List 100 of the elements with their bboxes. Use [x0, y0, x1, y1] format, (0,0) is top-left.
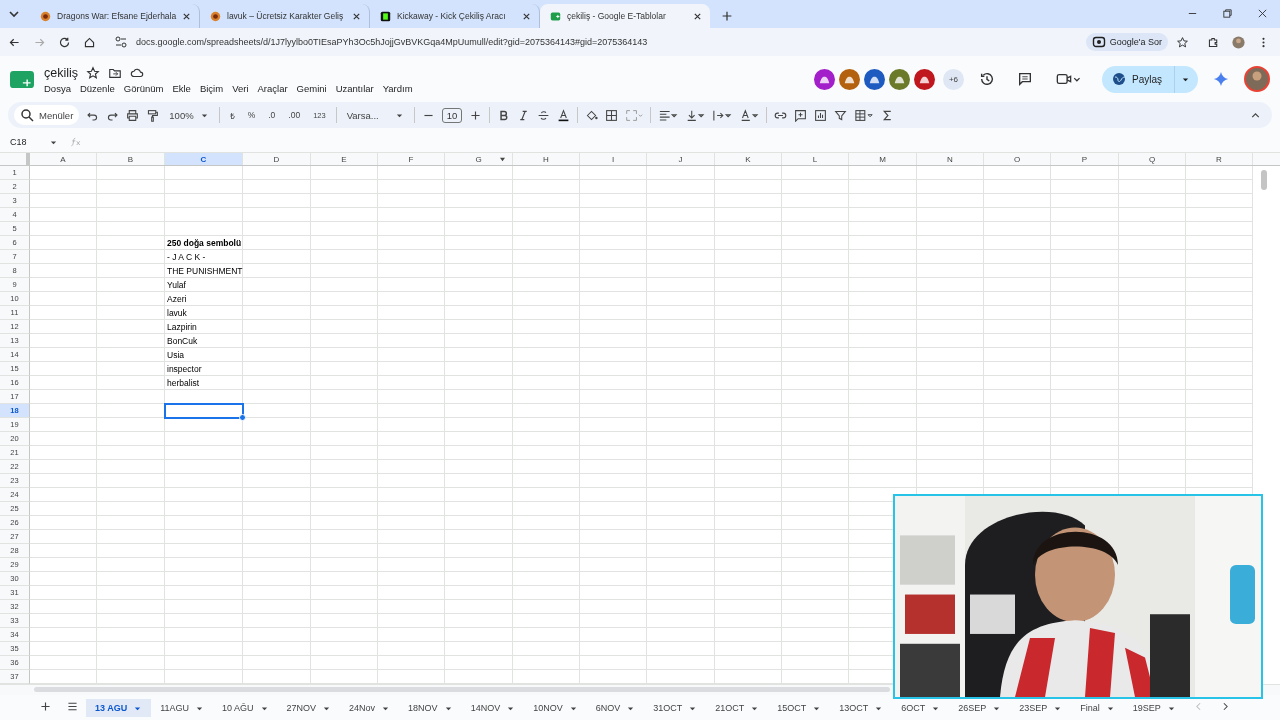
sheet-tab[interactable]: 10NOV — [524, 699, 587, 717]
column-header[interactable]: F — [378, 153, 445, 165]
column-header[interactable]: O — [984, 153, 1051, 165]
extensions-icon[interactable] — [1207, 35, 1220, 49]
text-color-icon[interactable] — [557, 108, 571, 122]
menu-item[interactable]: Görünüm — [123, 83, 164, 94]
column-menu-icon[interactable] — [499, 157, 506, 162]
menu-item[interactable]: Biçim — [199, 83, 224, 94]
gemini-sparkle-icon[interactable] — [1213, 71, 1229, 87]
column-header[interactable]: P — [1051, 153, 1119, 165]
column-header[interactable]: C — [165, 153, 243, 165]
bookmark-star-icon[interactable] — [1176, 35, 1189, 49]
text-rotation-icon[interactable] — [739, 108, 760, 122]
collaborator-avatar-icon[interactable] — [814, 68, 835, 90]
share-button[interactable]: Paylaş — [1102, 65, 1198, 93]
fill-color-icon[interactable] — [585, 108, 599, 122]
close-icon[interactable] — [522, 11, 531, 21]
selected-cell[interactable] — [164, 403, 244, 419]
text-wrap-icon[interactable] — [712, 108, 733, 122]
close-icon[interactable] — [352, 11, 361, 21]
sheet-tab[interactable]: 6OCT — [892, 699, 950, 717]
column-header[interactable]: J — [647, 153, 715, 165]
filter-icon[interactable] — [834, 108, 848, 122]
sheet-tab[interactable]: 15OCT — [768, 699, 831, 717]
reload-icon[interactable] — [58, 35, 71, 49]
history-icon[interactable] — [979, 71, 995, 87]
video-call-icon[interactable] — [1055, 71, 1081, 87]
sheet-tab[interactable]: 31OCT — [644, 699, 707, 717]
add-comment-icon[interactable] — [794, 108, 808, 122]
menu-item[interactable]: Gemini — [296, 83, 327, 94]
sheet-tab[interactable]: 11AGU — [151, 699, 214, 717]
table-view-icon[interactable] — [854, 108, 875, 122]
menu-item[interactable]: Veri — [232, 83, 249, 94]
menu-item[interactable]: Araçlar — [257, 83, 288, 94]
profile-avatar-icon[interactable] — [1232, 35, 1245, 49]
sheet-tab[interactable]: 19SEP — [1123, 699, 1185, 717]
align-icon[interactable] — [658, 108, 679, 122]
column-header[interactable]: A — [30, 153, 97, 165]
restore-icon[interactable] — [1222, 8, 1233, 19]
collaborator-avatar-icon[interactable] — [864, 68, 885, 90]
font-dropdown[interactable]: Varsa... — [343, 109, 407, 121]
comment-icon[interactable] — [1017, 71, 1033, 87]
menu-item[interactable]: Düzenle — [79, 83, 115, 94]
sheet-tab[interactable]: Final — [1071, 699, 1124, 717]
zoom-dropdown[interactable]: 100% — [166, 109, 212, 121]
sheet-tab[interactable]: 23SEP — [1010, 699, 1072, 717]
sheet-tab[interactable]: 26SEP — [949, 699, 1011, 717]
column-header[interactable]: I — [580, 153, 647, 165]
sheet-tab[interactable]: 27NOV — [277, 699, 341, 717]
sheet-tab[interactable]: 21OCT — [706, 699, 769, 717]
currency-format-button[interactable]: ₺ — [226, 109, 238, 121]
collaborator-avatar-icon[interactable] — [839, 68, 860, 90]
ask-google-button[interactable]: Google'a Sor — [1085, 33, 1168, 51]
close-icon[interactable] — [182, 11, 192, 21]
new-tab-icon[interactable] — [720, 9, 734, 23]
sheet-tab[interactable]: 24Nov — [340, 699, 400, 717]
paint-format-icon[interactable] — [146, 108, 160, 122]
vertical-align-icon[interactable] — [685, 108, 706, 122]
sheet-tab[interactable]: 10 AĞU — [213, 699, 278, 717]
collaborator-avatar-icon[interactable] — [914, 68, 935, 90]
column-header[interactable]: E — [311, 153, 378, 165]
sheet-tab[interactable]: 6NOV — [586, 699, 645, 717]
sheet-tab[interactable]: 13OCT — [830, 699, 893, 717]
cell-reference-field[interactable]: C18 — [10, 137, 62, 147]
add-sheet-icon[interactable] — [39, 699, 52, 713]
menu-item[interactable]: Yardım — [382, 83, 413, 94]
sheet-tab[interactable]: 18NOV — [399, 699, 462, 717]
borders-icon[interactable] — [605, 108, 619, 122]
more-collaborators[interactable]: +6 — [943, 68, 964, 90]
scrollbar-thumb[interactable] — [1261, 170, 1267, 190]
column-header[interactable]: K — [715, 153, 782, 165]
sheet-tab[interactable]: 13 AGU — [86, 699, 152, 717]
menu-search-field[interactable]: Menüler — [14, 105, 80, 125]
percent-format-button[interactable]: % — [244, 110, 259, 120]
menu-item[interactable]: Dosya — [44, 83, 71, 94]
column-header[interactable]: L — [782, 153, 849, 165]
document-title[interactable]: çekiliş — [44, 66, 79, 80]
print-icon[interactable] — [126, 108, 140, 122]
scrollbar-thumb[interactable] — [34, 687, 890, 692]
close-icon[interactable] — [1257, 8, 1268, 19]
collaborator-avatar-icon[interactable] — [889, 68, 910, 90]
home-icon[interactable] — [83, 35, 96, 49]
font-size-field[interactable]: 10 — [441, 107, 463, 123]
star-icon[interactable] — [86, 66, 101, 80]
menu-item[interactable]: Uzantılar — [335, 83, 374, 94]
site-settings-icon[interactable] — [114, 35, 128, 49]
strikethrough-icon[interactable] — [537, 108, 551, 122]
column-header[interactable]: R — [1186, 153, 1253, 165]
column-header[interactable]: G — [445, 153, 513, 165]
sheets-logo-icon[interactable] — [10, 69, 34, 89]
column-header[interactable]: N — [917, 153, 984, 165]
column-header[interactable]: D — [243, 153, 311, 165]
menu-item[interactable]: Ekle — [172, 83, 191, 94]
close-icon[interactable] — [693, 11, 702, 21]
column-header[interactable]: M — [849, 153, 917, 165]
increase-decimals-button[interactable]: .00 — [285, 110, 304, 120]
move-folder-icon[interactable] — [108, 66, 123, 80]
decrease-decimals-button[interactable]: .0 — [265, 110, 279, 120]
account-avatar-icon[interactable] — [1244, 66, 1270, 92]
browser-tab[interactable]: çekiliş - Google E-Tablolar — [540, 4, 710, 28]
